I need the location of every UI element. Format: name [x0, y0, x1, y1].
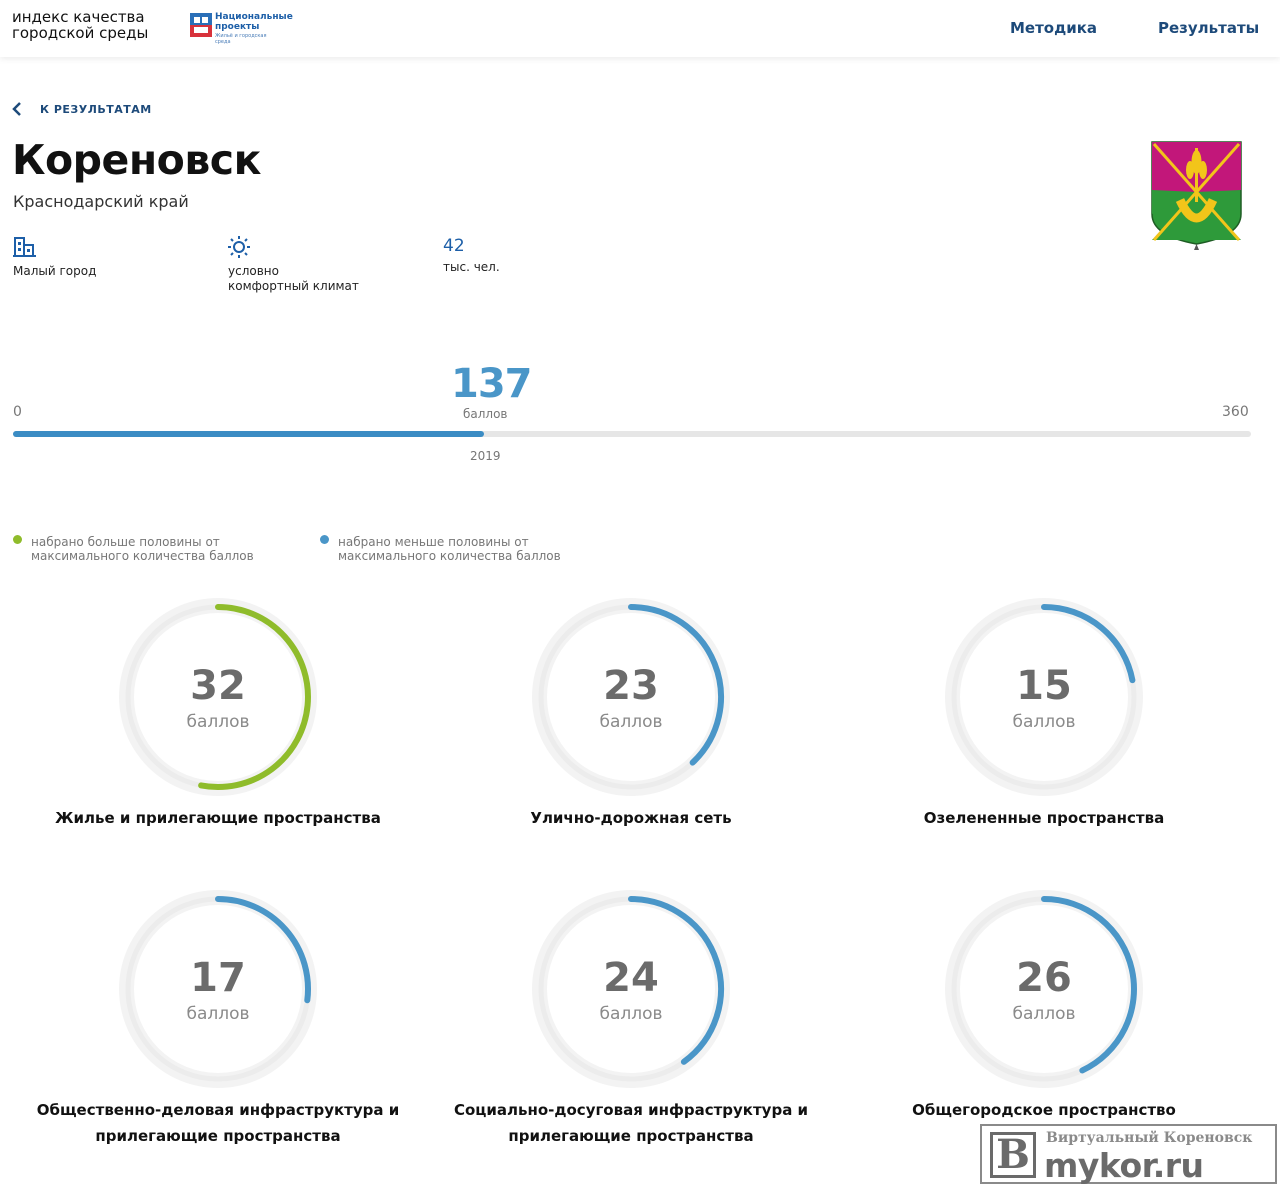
brand-line-2: городской среды [12, 24, 149, 42]
score-year: 2019 [470, 449, 501, 463]
gauge-score: 23 [603, 663, 659, 709]
city-size-label: Малый город [13, 264, 97, 278]
category-gauge[interactable]: 24 баллов Социально-досуговая инфраструк… [454, 889, 808, 1149]
total-score-fill [13, 431, 485, 437]
building-icon [13, 237, 36, 257]
scale-min: 0 [13, 404, 22, 420]
gauge-label: Общегородское пространство [912, 1101, 1176, 1119]
total-score: 137 [451, 361, 532, 407]
coat-of-arms-image [1151, 141, 1242, 250]
legend-dot-green [13, 535, 22, 544]
gauge-label: Социально-досуговая инфраструктура и [453, 1101, 809, 1119]
legend-dot-blue [320, 535, 329, 544]
scale-max: 360 [1222, 404, 1249, 420]
nav-methodology[interactable]: Методика [1010, 19, 1097, 37]
np-subtitle: Жильё и городская среда [215, 33, 267, 45]
gauge-unit: баллов [1012, 712, 1076, 732]
gauge-unit: баллов [1012, 1004, 1076, 1024]
city-size-fact: Малый город [13, 236, 96, 279]
watermark-tagline: Виртуальный Кореновск [1046, 1130, 1253, 1146]
legend-below-half-text: набрано меньше половины от максимального… [338, 535, 561, 563]
national-projects-icon [190, 13, 212, 37]
population-value: 42 [443, 236, 465, 256]
category-gauge[interactable]: 15 баллов Озелененные пространства [894, 597, 1194, 857]
gauge-unit: баллов [186, 712, 250, 732]
gauge-score: 24 [603, 955, 659, 1001]
gauge-label: Жилье и прилегающие пространства [55, 809, 381, 827]
np-title-line-2: проекты [215, 22, 260, 32]
climate-fact: условно комфортный климат [228, 236, 359, 294]
brand-line-1: индекс качества [12, 8, 145, 26]
gauge-unit: баллов [599, 712, 663, 732]
nav-results[interactable]: Результаты [1158, 19, 1259, 37]
site-logo[interactable]: индекс качества городской среды [12, 9, 148, 41]
region-name: Краснодарский край [13, 192, 189, 211]
national-projects-logo[interactable]: Национальные проекты Жильё и городская с… [190, 12, 293, 45]
population-unit: тыс. чел. [443, 260, 500, 274]
top-bar: индекс качества городской среды Национал… [0, 0, 1280, 57]
gauge-score: 32 [190, 663, 246, 709]
category-gauge[interactable]: 26 баллов Общегородское пространство [894, 889, 1194, 1149]
gauge-label: Озелененные пространства [923, 809, 1165, 827]
chevron-left-icon [12, 102, 21, 116]
gauge-unit: баллов [599, 1004, 663, 1024]
total-score-unit: баллов [463, 407, 508, 421]
gauge-label-line-2: прилегающие пространства [95, 1127, 341, 1145]
page-title: Кореновск [12, 136, 261, 184]
watermark-letter: В [990, 1132, 1036, 1178]
category-gauge[interactable]: 32 баллов Жилье и прилегающие пространст… [55, 597, 381, 857]
back-to-results-link[interactable]: К РЕЗУЛЬТАТАМ [12, 100, 152, 118]
gauge-label-line-2: прилегающие пространства [508, 1127, 754, 1145]
total-score-track [13, 431, 1251, 437]
gauge-label: Общественно-деловая инфраструктура и [36, 1101, 400, 1119]
climate-line-2: комфортный климат [228, 279, 359, 293]
gauge-score: 17 [190, 955, 246, 1001]
legend-above-half-text: набрано больше половины от максимального… [31, 535, 254, 563]
np-title-line-1: Национальные [215, 12, 293, 22]
gauge-score: 26 [1016, 955, 1072, 1001]
back-link-label: К РЕЗУЛЬТАТАМ [40, 102, 152, 116]
category-gauge[interactable]: 23 баллов Улично-дорожная сеть [481, 597, 781, 857]
gauge-label: Улично-дорожная сеть [530, 809, 732, 827]
sun-icon [228, 236, 250, 258]
gauge-score: 15 [1016, 663, 1072, 709]
gauge-unit: баллов [186, 1004, 250, 1024]
population-fact: 42 тыс. чел. [443, 236, 500, 275]
watermark-site: mykor.ru [1044, 1146, 1204, 1185]
category-gauge[interactable]: 17 баллов Общественно-деловая инфраструк… [37, 889, 399, 1149]
watermark: В Виртуальный Кореновск mykor.ru [980, 1124, 1277, 1185]
climate-line-1: условно [228, 264, 279, 278]
